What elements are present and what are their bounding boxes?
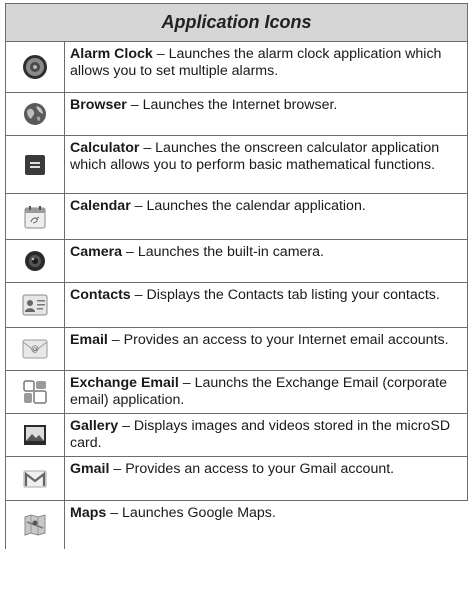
email-icon: @ [22,339,48,359]
camera-icon [24,250,46,272]
app-description: Launches the calendar application. [146,198,366,214]
icon-cell [5,42,65,92]
dash: – [130,287,147,303]
table-row: Browser – Launches the Internet browser. [5,93,468,136]
app-name: Gmail [70,461,110,477]
dash: – [130,198,147,214]
dash: – [139,140,156,156]
table-row: Gmail – Provides an access to your Gmail… [5,457,468,501]
row-text: Alarm Clock – Launches the alarm clock a… [65,42,468,92]
app-name: Alarm Clock [70,46,153,62]
app-name: Camera [70,244,123,260]
icon-cell: @ [5,328,65,370]
app-description: Provides an access to your Internet emai… [123,332,449,348]
app-name: Gallery [70,418,119,434]
table-row: Gallery – Displays images and videos sto… [5,414,468,457]
table-row: Calendar – Launches the calendar applica… [5,194,468,240]
dash: – [122,244,138,260]
dash: – [118,418,134,434]
app-name: Maps [70,505,107,521]
dash: – [152,46,169,62]
dash: – [106,505,123,521]
app-description: Provides an access to your Gmail account… [125,461,395,477]
icon-cell [5,136,65,193]
row-text: Contacts – Displays the Contacts tab lis… [65,283,468,327]
icon-cell [5,457,65,500]
table-row: Alarm Clock – Launches the alarm clock a… [5,42,468,93]
calculator-icon [25,154,45,175]
table-row: Calculator – Launches the onscreen calcu… [5,136,468,194]
row-text: Calendar – Launches the calendar applica… [65,194,468,239]
icon-cell [5,194,65,239]
icon-cell [5,93,65,135]
table-title: Application Icons [5,4,468,42]
row-text: Maps – Launches Google Maps. [65,501,468,549]
table-row: Camera – Launches the built-in camera. [5,240,468,283]
app-name: Calendar [70,198,131,214]
row-text: Exchange Email – Launchs the Exchange Em… [65,371,468,413]
dash: – [109,461,126,477]
contacts-icon [22,294,48,316]
icon-cell [5,283,65,327]
row-text: Email – Provides an access to your Inter… [65,328,468,370]
app-name: Contacts [70,287,131,303]
maps-icon [24,514,46,536]
app-name: Browser [70,97,127,113]
table-row: Contacts – Displays the Contacts tab lis… [5,283,468,328]
icon-cell [5,501,65,549]
icon-cell [5,414,65,456]
svg-text:@: @ [31,344,39,353]
row-text: Gmail – Provides an access to your Gmail… [65,457,468,500]
table-row: Maps – Launches Google Maps. [5,501,468,549]
app-description: Launches the Internet browser. [142,97,338,113]
dash: – [107,332,124,348]
dash: – [126,97,143,113]
app-description: Launches Google Maps. [122,505,276,521]
app-description: Displays the Contacts tab listing your c… [146,287,440,303]
exchange-email-icon [23,380,47,404]
dash: – [178,375,195,391]
row-text: Gallery – Displays images and videos sto… [65,414,468,456]
table-row: Exchange Email – Launchs the Exchange Em… [5,371,468,414]
calendar-icon [24,205,46,229]
app-name: Calculator [70,140,140,156]
app-description: Launches the built-in camera. [137,244,324,260]
table-row: @ Email – Provides an access to your Int… [5,328,468,371]
row-text: Camera – Launches the built-in camera. [65,240,468,282]
icon-cell [5,371,65,413]
alarm-clock-icon [22,54,48,80]
application-icons-table: Application Icons Alarm Clock – Launches… [5,3,468,549]
gallery-icon [24,425,46,445]
row-text: Browser – Launches the Internet browser. [65,93,468,135]
app-name: Exchange Email [70,375,179,391]
row-text: Calculator – Launches the onscreen calcu… [65,136,468,193]
icon-cell [5,240,65,282]
browser-icon [23,102,47,126]
app-name: Email [70,332,108,348]
gmail-icon [23,469,47,489]
